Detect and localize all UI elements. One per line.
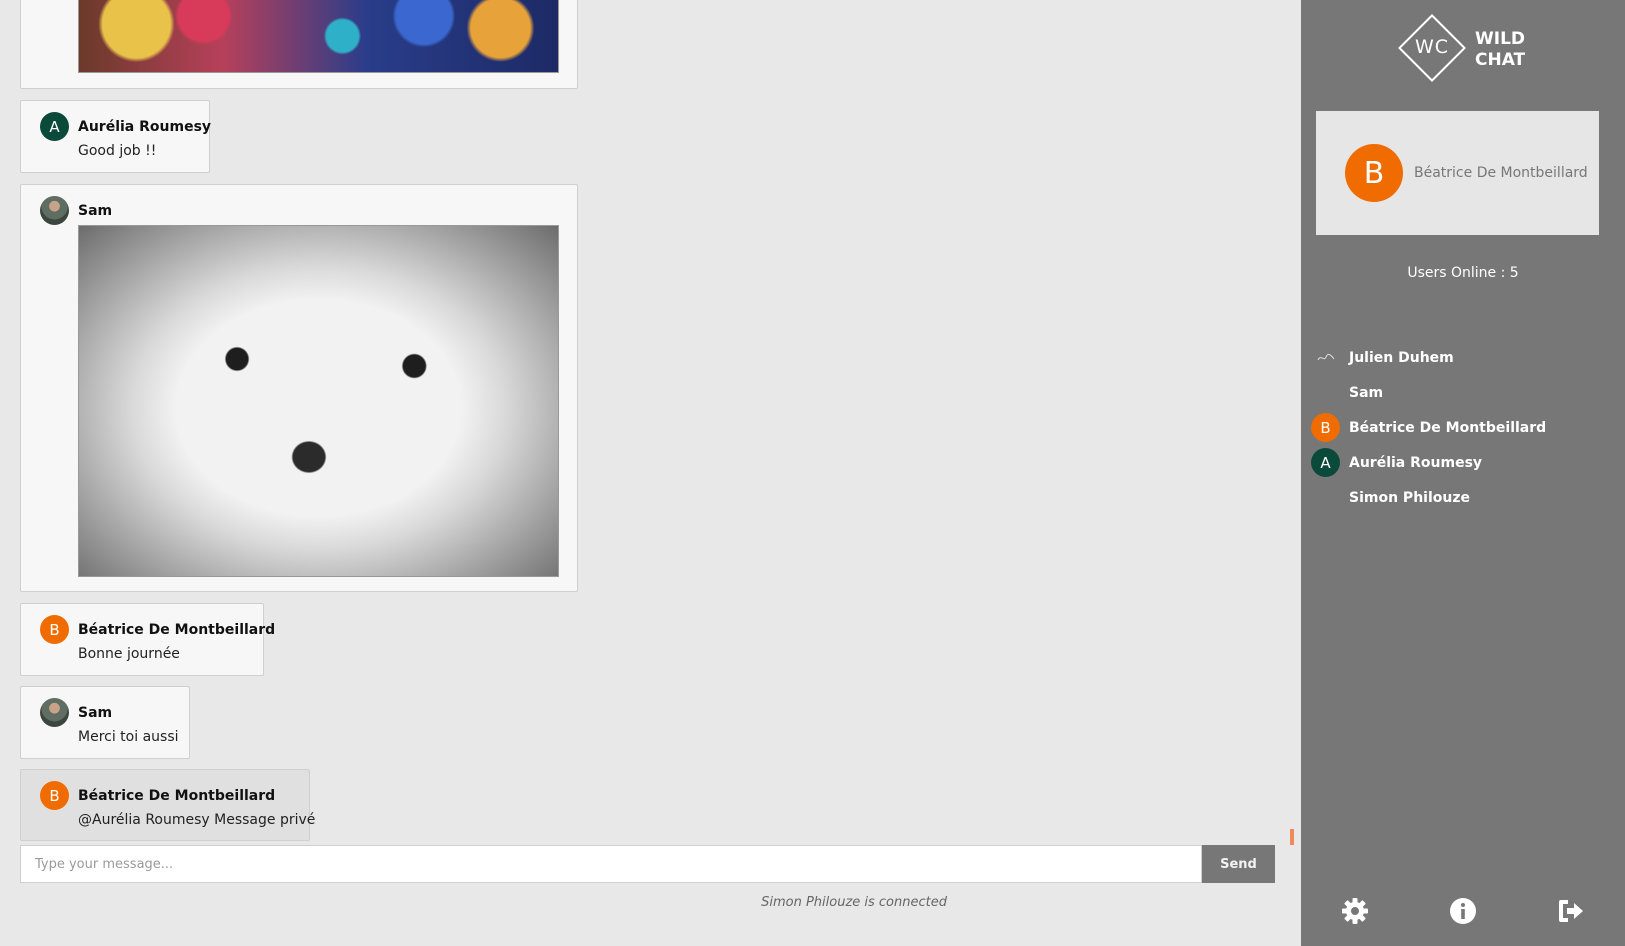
message-text: Good job !! (78, 143, 157, 159)
user-list-item[interactable]: A Aurélia Roumesy (1311, 445, 1611, 480)
message-text: Merci toi aussi (78, 729, 179, 745)
scrollbar-thumb[interactable] (1290, 829, 1294, 845)
user-list-item[interactable]: B Béatrice De Montbeillard (1311, 410, 1611, 445)
signature-icon (1317, 353, 1334, 360)
user-name: Julien Duhem (1349, 349, 1454, 366)
logo-line-1: WILD (1475, 29, 1526, 49)
message-beatrice: B Béatrice De Montbeillard Bonne journée (20, 603, 275, 676)
avatar: B (40, 781, 69, 810)
message-sam-image: Sam (20, 184, 578, 592)
message-sam: Sam Merci toi aussi (20, 686, 190, 759)
chat-area: A Aurélia Roumesy Good job !! Sam B Béat… (0, 0, 1301, 946)
avatar: B (1311, 413, 1340, 442)
sidebar: WC WILD CHAT B Béatrice De Montbeillard … (1301, 0, 1625, 946)
sidebar-footer (1301, 895, 1625, 931)
message-author: Sam (78, 705, 113, 721)
settings-icon[interactable] (1339, 895, 1371, 927)
message-author: Sam (78, 203, 113, 219)
logo-text: WILD CHAT (1475, 29, 1525, 71)
avatar (40, 196, 69, 225)
users-online-count: Users Online : 5 (1407, 265, 1519, 281)
user-list-item[interactable]: Julien Duhem (1311, 340, 1611, 375)
party-gif-image[interactable] (78, 0, 559, 73)
user-name: Béatrice De Montbeillard (1349, 419, 1547, 436)
message-author: Aurélia Roumesy (78, 119, 212, 135)
avatar (40, 698, 69, 727)
avatar: A (40, 112, 69, 141)
message-author: Béatrice De Montbeillard (78, 788, 276, 804)
logo-mark: WC (1414, 36, 1450, 58)
online-user-list: Julien Duhem Sam B Béatrice De Montbeill… (1311, 340, 1611, 515)
send-button[interactable]: Send (1202, 845, 1275, 883)
message-composer: Send (20, 845, 1275, 883)
wild-chat-logo: WC WILD CHAT (1396, 12, 1536, 84)
user-name: Aurélia Roumesy (1349, 454, 1483, 471)
message-aurelia: A Aurélia Roumesy Good job !! (20, 100, 212, 173)
message-text: @Aurélia Roumesy Message privé (78, 812, 316, 828)
current-user-avatar: B (1345, 144, 1403, 202)
message-image-party (20, 0, 578, 89)
logout-icon[interactable] (1555, 895, 1587, 927)
user-name: Sam (1349, 384, 1384, 401)
message-author: Béatrice De Montbeillard (78, 622, 276, 638)
logo-line-2: CHAT (1475, 50, 1526, 70)
user-list-item[interactable]: Simon Philouze (1311, 480, 1611, 515)
white-dog-gif-image[interactable] (78, 225, 559, 577)
message-private: B Béatrice De Montbeillard @Aurélia Roum… (20, 769, 315, 841)
connection-status: Simon Philouze is connected (761, 895, 947, 910)
avatar: B (40, 615, 69, 644)
current-user-name: Béatrice De Montbeillard (1414, 165, 1588, 181)
info-icon[interactable] (1447, 895, 1479, 927)
message-input[interactable] (20, 845, 1202, 883)
avatar (1311, 343, 1340, 372)
avatar (1311, 483, 1340, 512)
current-user-card[interactable]: B Béatrice De Montbeillard (1316, 111, 1599, 235)
user-list-item[interactable]: Sam (1311, 375, 1611, 410)
user-name: Simon Philouze (1349, 489, 1470, 506)
avatar (1311, 378, 1340, 407)
message-text: Bonne journée (78, 646, 180, 662)
avatar: A (1311, 448, 1340, 477)
